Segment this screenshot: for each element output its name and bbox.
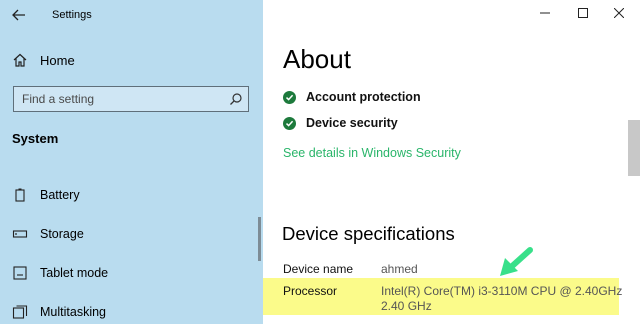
sidebar-item-label: Battery — [40, 188, 80, 202]
sidebar-item-battery[interactable]: Battery — [12, 185, 80, 205]
spec-label: Processor — [283, 284, 338, 298]
spec-row-processor: Processor Intel(R) Core(TM) i3-3110M CPU… — [283, 284, 622, 314]
sidebar-item-label: Storage — [40, 227, 84, 241]
check-circle-icon — [283, 116, 296, 130]
sidebar-item-home[interactable]: Home — [12, 52, 75, 68]
maximize-button[interactable] — [571, 4, 595, 22]
spec-label: Device name — [283, 262, 354, 276]
multitasking-icon — [12, 304, 28, 320]
status-label: Account protection — [306, 90, 421, 104]
sidebar-item-label: Tablet mode — [40, 266, 109, 280]
search-icon[interactable] — [229, 92, 243, 106]
check-circle-icon — [283, 90, 296, 104]
back-arrow-icon — [12, 9, 25, 21]
sidebar-item-multitasking[interactable]: Multitasking — [12, 302, 106, 322]
sidebar-item-label: Multitasking — [40, 305, 106, 319]
close-button[interactable] — [607, 4, 631, 22]
main-content: About Account protection Device security… — [263, 0, 640, 324]
battery-icon — [12, 187, 28, 203]
sidebar-scrollbar[interactable] — [258, 217, 261, 261]
app-title: Settings — [52, 9, 92, 21]
minimize-icon — [540, 12, 550, 14]
page-title: About — [283, 44, 351, 74]
section-title: Device specifications — [282, 223, 455, 244]
windows-security-link[interactable]: See details in Windows Security — [283, 146, 461, 160]
spec-value: ahmed — [381, 262, 418, 276]
annotation-arrow-icon — [500, 247, 533, 276]
close-icon — [614, 8, 624, 18]
sidebar-item-tablet-mode[interactable]: Tablet mode — [12, 263, 108, 283]
status-label: Device security — [306, 116, 398, 130]
sidebar-item-label: Home — [40, 52, 75, 68]
sidebar-item-storage[interactable]: Storage — [12, 224, 84, 244]
spec-value: Intel(R) Core(TM) i3-3110M CPU @ 2.40GHz — [381, 284, 623, 298]
spec-row-device-name: Device name ahmed — [283, 262, 418, 277]
sidebar: Settings Home System Battery Storage Tab… — [0, 0, 263, 324]
search-box — [13, 86, 249, 112]
device-security-status: Device security — [283, 116, 398, 130]
section-heading: System — [12, 131, 59, 146]
minimize-button[interactable] — [533, 4, 557, 22]
spec-value-secondary: 2.40 GHz — [381, 299, 432, 313]
search-input[interactable] — [14, 87, 224, 111]
maximize-icon — [578, 8, 588, 18]
storage-icon — [12, 226, 28, 242]
tablet-icon — [12, 265, 28, 281]
back-button[interactable] — [8, 4, 30, 26]
home-icon — [13, 53, 27, 67]
content-scrollbar[interactable] — [628, 120, 640, 176]
account-protection-status: Account protection — [283, 90, 421, 104]
